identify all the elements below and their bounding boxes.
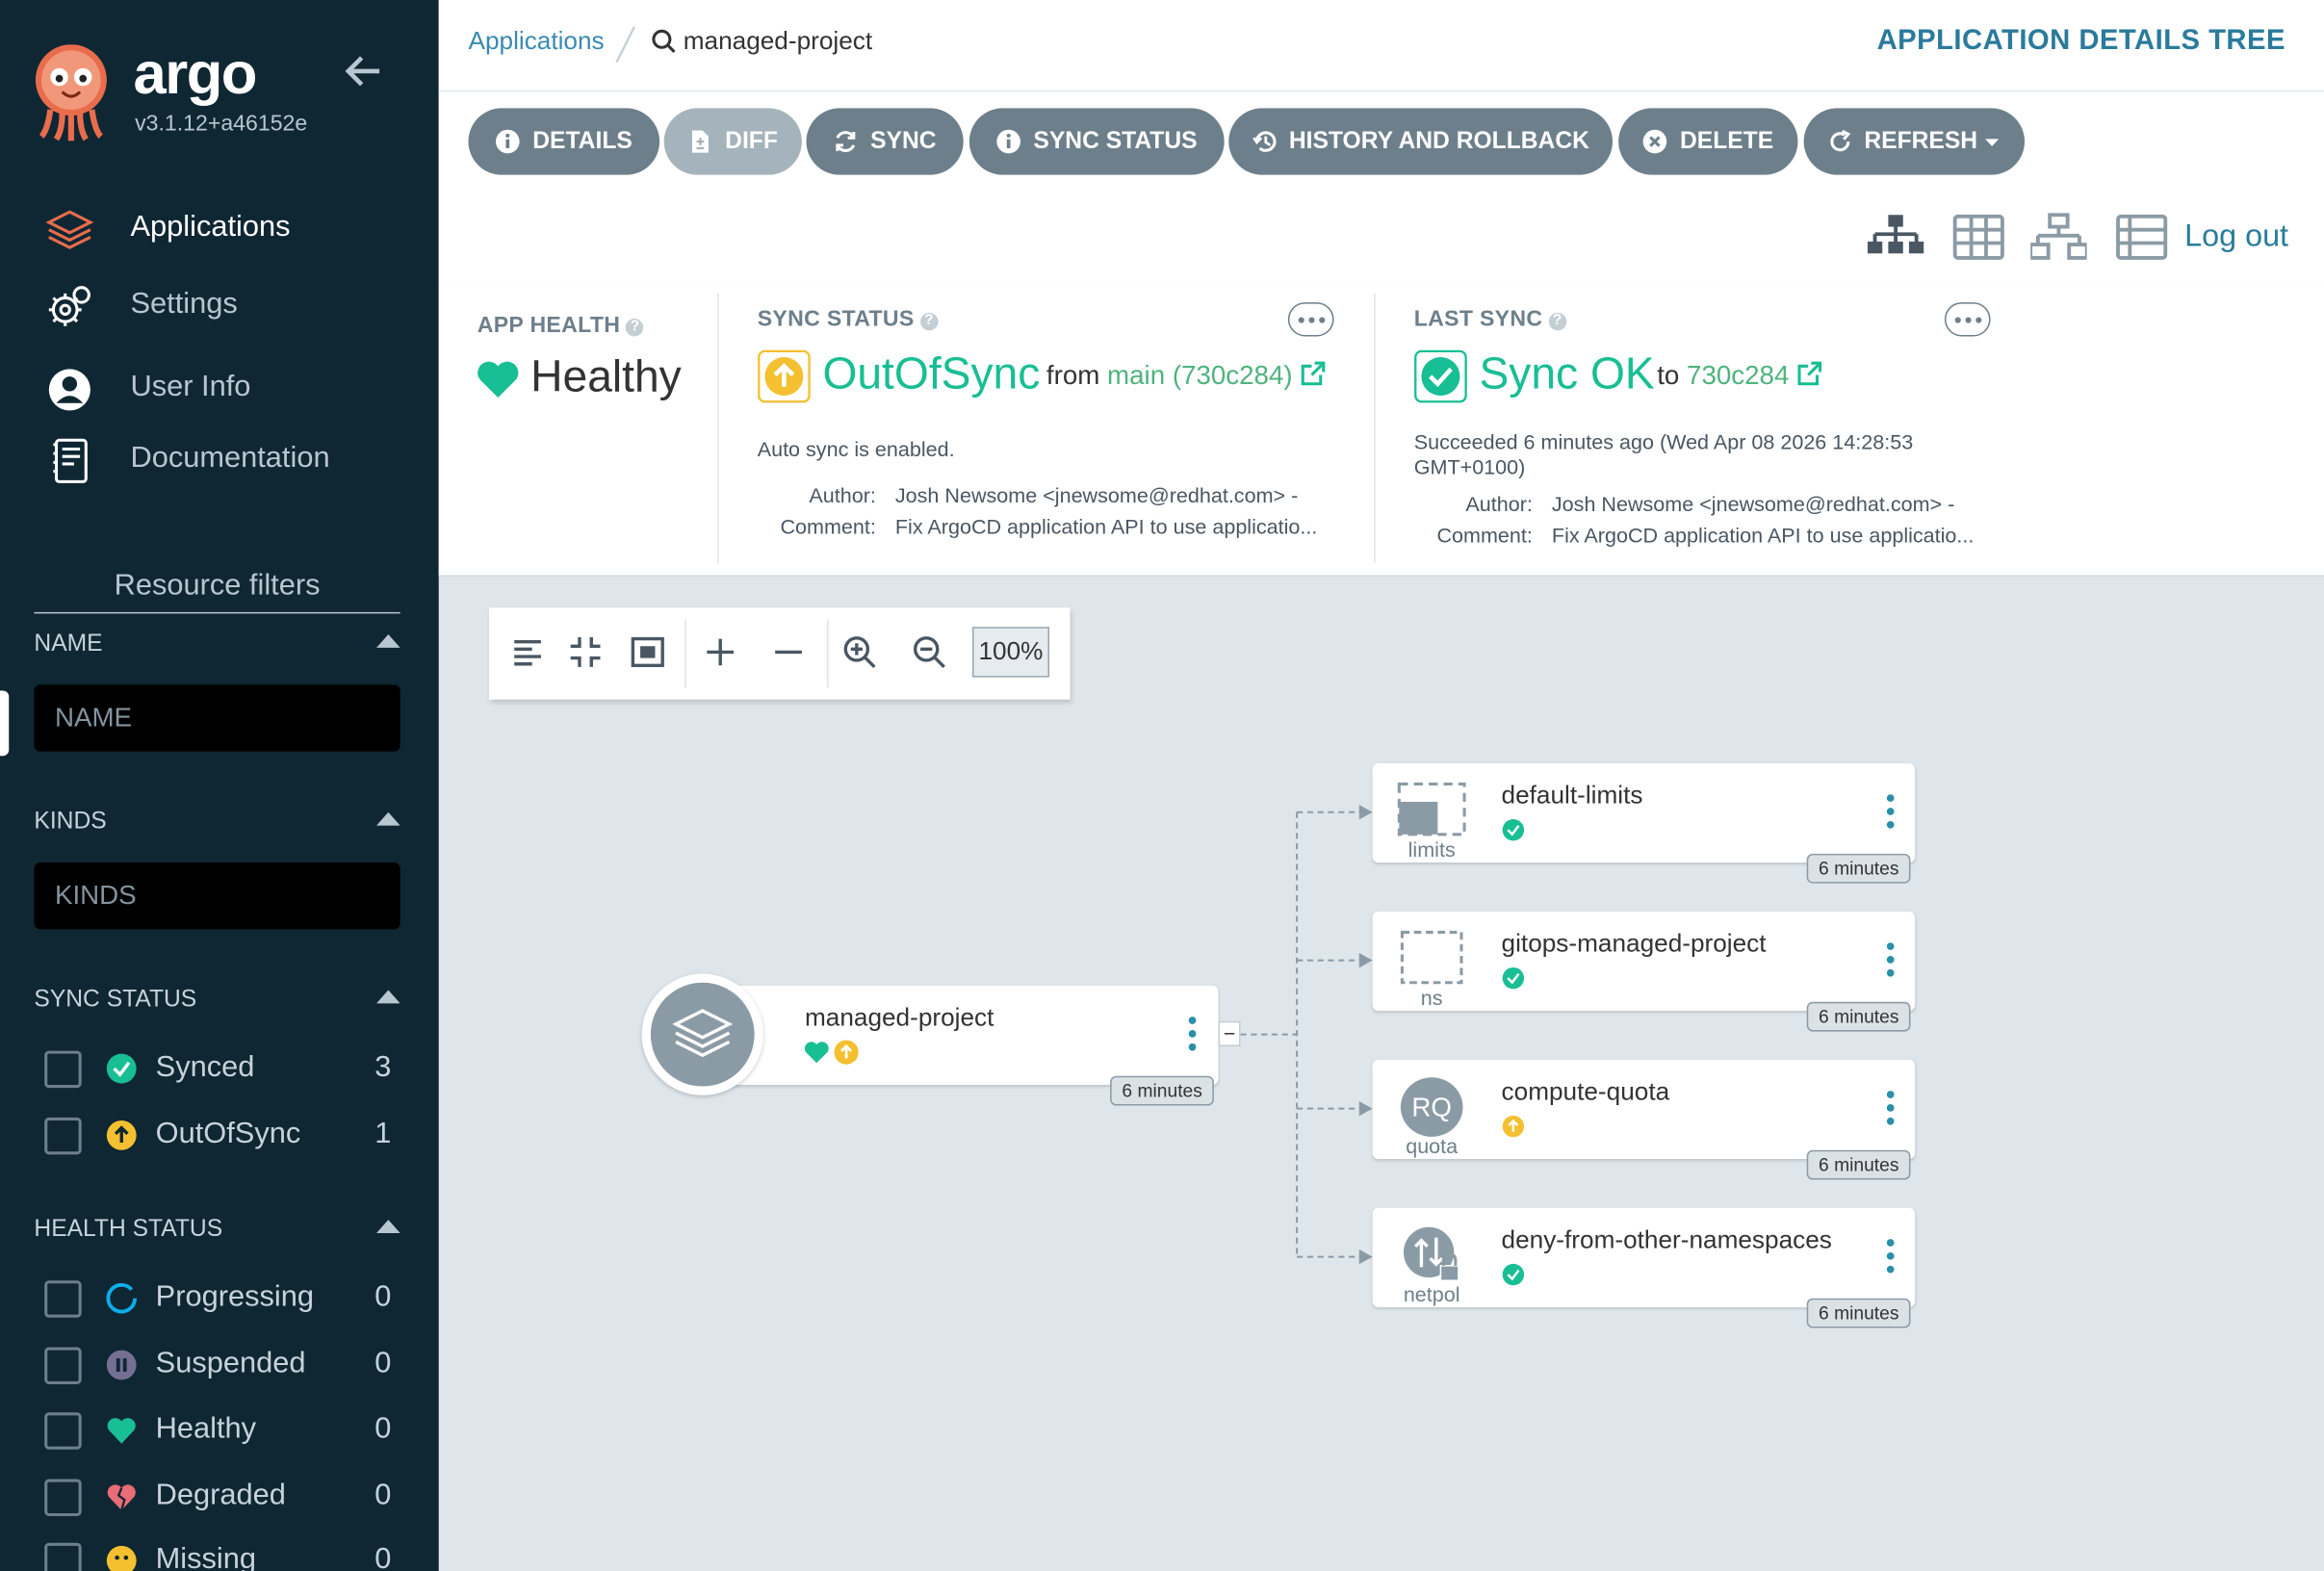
app-window: argo v3.1.12+a46152e Applications Settin…: [0, 0, 2324, 1571]
graph-edges: [1240, 805, 1373, 1265]
resource-age-badge: 6 minutes: [1806, 1001, 1911, 1032]
check-circle-icon: [1502, 1263, 1525, 1286]
app-node-name: managed-project: [804, 1003, 994, 1032]
layers-icon: [672, 1009, 734, 1058]
app-node-card[interactable]: [699, 985, 1219, 1086]
app-node-age-badge: 6 minutes: [1110, 1075, 1215, 1106]
resource-quota-icon: RQ: [1400, 1077, 1463, 1137]
resource-menu-kebab-icon[interactable]: [1882, 1239, 1897, 1280]
namespace-icon: [1400, 930, 1463, 985]
resource-age-badge: 6 minutes: [1806, 1298, 1911, 1328]
network-policy-icon: [1403, 1226, 1459, 1282]
resource-node-default-limits[interactable]: limits default-limits: [1372, 762, 1916, 863]
resource-node-deny-from-other-namespaces[interactable]: netpol deny-from-other-namespaces: [1372, 1207, 1916, 1307]
kind-label: ns: [1420, 985, 1443, 1010]
resource-menu-kebab-icon[interactable]: [1882, 942, 1897, 984]
arrow-up-circle-icon: [1502, 1115, 1525, 1138]
resource-node-gitops-managed-project[interactable]: ns gitops-managed-project: [1372, 911, 1916, 1012]
resource-menu-kebab-icon[interactable]: [1882, 794, 1897, 836]
app-node-menu-kebab-icon[interactable]: [1184, 1017, 1199, 1058]
kind-label: quota: [1406, 1133, 1459, 1158]
limit-range-icon: [1397, 782, 1466, 837]
app-node-icon: [641, 973, 763, 1095]
heart-icon: [804, 1042, 829, 1064]
kind-label: limits: [1407, 837, 1456, 862]
resource-age-badge: 6 minutes: [1806, 1149, 1911, 1180]
check-circle-icon: [1502, 966, 1525, 990]
arrow-up-circle-icon: [834, 1040, 859, 1065]
collapse-children-toggle[interactable]: −: [1218, 1020, 1241, 1046]
check-circle-icon: [1502, 818, 1525, 841]
kind-label: netpol: [1403, 1281, 1460, 1306]
resource-name: gitops-managed-project: [1501, 929, 1767, 958]
resource-name: default-limits: [1501, 781, 1643, 810]
resource-menu-kebab-icon[interactable]: [1882, 1091, 1897, 1132]
resource-name: compute-quota: [1501, 1077, 1670, 1106]
resource-age-badge: 6 minutes: [1806, 853, 1911, 884]
resource-name: deny-from-other-namespaces: [1501, 1225, 1832, 1254]
resource-node-compute-quota[interactable]: RQ quota compute-quota: [1372, 1059, 1916, 1159]
